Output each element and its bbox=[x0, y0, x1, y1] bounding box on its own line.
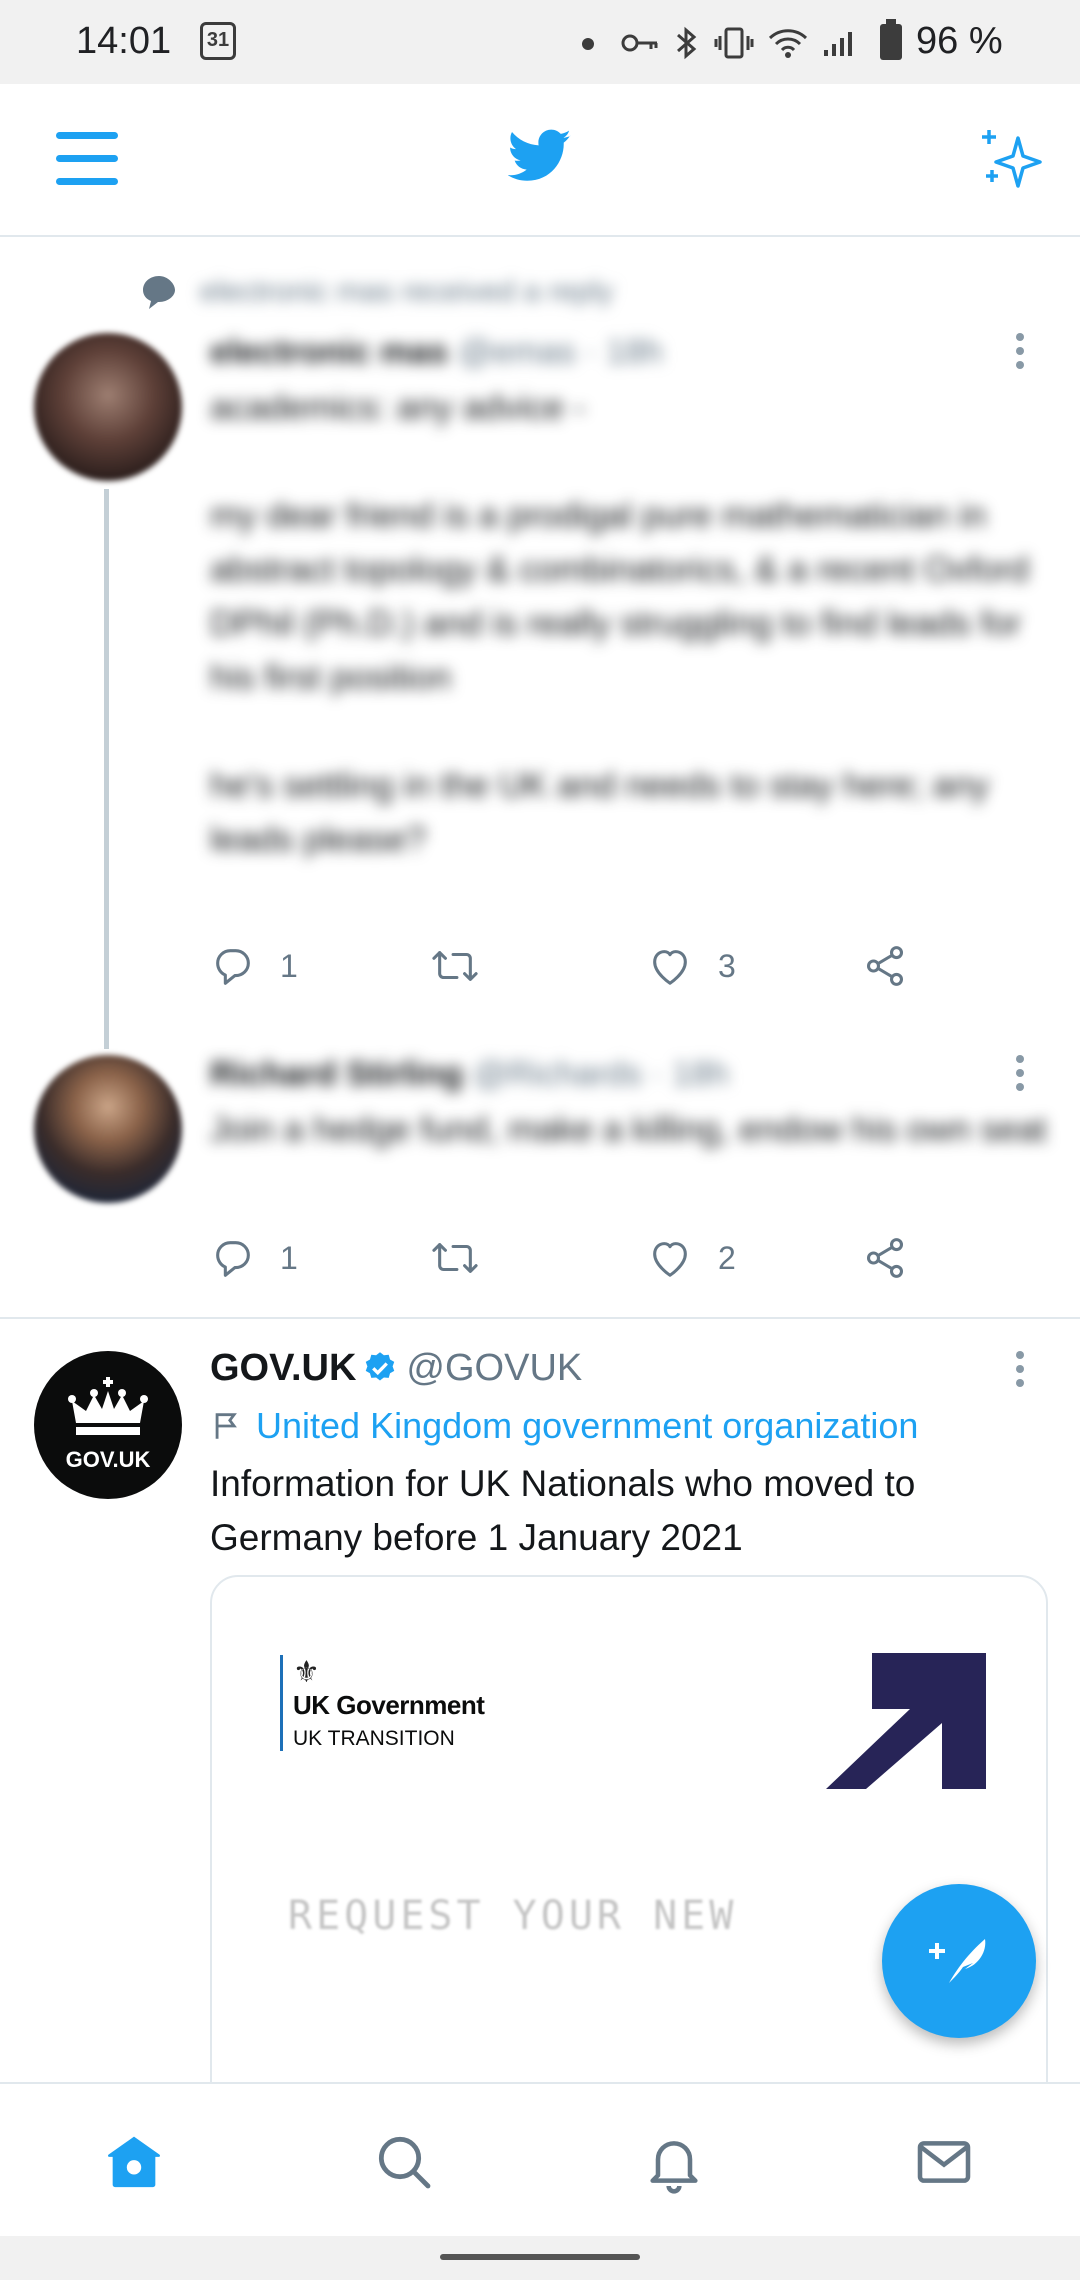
status-time: 14:01 bbox=[76, 20, 172, 62]
reply-count: 1 bbox=[280, 947, 298, 984]
top-app-bar bbox=[0, 84, 1080, 237]
tweet-header[interactable]: electronic mas @emas · 18h bbox=[210, 333, 663, 372]
tweet-text[interactable]: Information for UK Nationals who moved t… bbox=[210, 1457, 1050, 1565]
like-count: 2 bbox=[718, 1239, 736, 1276]
like-button[interactable]: 2 bbox=[646, 1235, 736, 1281]
vibrate-icon bbox=[714, 27, 754, 59]
signal-icon bbox=[824, 32, 852, 56]
tweet-paragraph: Join a hedge fund, make a killing, endow… bbox=[210, 1110, 1047, 1149]
bell-icon bbox=[650, 2141, 698, 2194]
heart-icon bbox=[653, 1242, 687, 1277]
mail-icon bbox=[917, 2141, 971, 2183]
retweet-button[interactable] bbox=[430, 1235, 504, 1281]
compose-tweet-button[interactable] bbox=[882, 1884, 1036, 2038]
royal-crest-icon: ⚜ bbox=[293, 1656, 320, 1689]
like-count: 3 bbox=[718, 947, 736, 984]
hamburger-icon[interactable] bbox=[56, 132, 118, 188]
verified-badge-icon bbox=[366, 1352, 395, 1381]
more-options-icon[interactable] bbox=[1016, 1055, 1026, 1095]
like-button[interactable]: 3 bbox=[646, 943, 736, 989]
notification-dot-icon bbox=[582, 38, 594, 50]
tweet-paragraph: he's settling in the UK and needs to sta… bbox=[210, 766, 990, 859]
heart-icon bbox=[653, 950, 687, 985]
calendar-icon: 31 bbox=[200, 22, 236, 60]
battery-icon bbox=[880, 19, 902, 60]
tweet-text[interactable]: academics: any advice - my dear friend i… bbox=[210, 381, 1050, 867]
home-icon bbox=[108, 2136, 160, 2188]
transition-arrow-icon bbox=[826, 1653, 986, 1789]
logo-title: UK Government bbox=[293, 1690, 485, 1720]
reply-button[interactable]: 1 bbox=[210, 1235, 298, 1281]
author-handle: @emas · 18h bbox=[458, 333, 663, 371]
author-name: GOV.UK bbox=[210, 1347, 357, 1389]
author-name: electronic mas bbox=[210, 333, 449, 371]
more-options-icon[interactable] bbox=[1016, 1351, 1026, 1391]
card-headline: REQUEST YOUR NEW bbox=[288, 1893, 738, 1939]
tweet-text[interactable]: Join a hedge fund, make a killing, endow… bbox=[210, 1103, 1050, 1157]
share-icon bbox=[866, 946, 904, 986]
retweet-icon bbox=[432, 951, 478, 981]
share-icon bbox=[866, 1238, 904, 1278]
retweet-button[interactable] bbox=[430, 943, 504, 989]
timeline-feed[interactable]: electronic mas received a reply electron… bbox=[0, 237, 1080, 2082]
avatar[interactable] bbox=[34, 333, 182, 481]
uk-government-logo: ⚜ UK Government UK TRANSITION bbox=[280, 1655, 485, 1751]
reply-button[interactable]: 1 bbox=[210, 943, 298, 989]
nav-notifications[interactable] bbox=[642, 2130, 706, 2194]
social-context: electronic mas received a reply bbox=[140, 273, 614, 311]
tweet-paragraph: academics: any advice - bbox=[210, 388, 586, 427]
reply-icon bbox=[216, 1241, 250, 1277]
search-icon bbox=[378, 2136, 431, 2189]
compose-feather-icon bbox=[929, 1939, 986, 1983]
reply-bubble-icon bbox=[143, 276, 175, 309]
bluetooth-icon bbox=[677, 26, 697, 60]
sparkle-icon[interactable] bbox=[978, 126, 1046, 194]
promoted-label-text: United Kingdom government organization bbox=[256, 1405, 919, 1446]
tweet-paragraph: my dear friend is a prodigal pure mathem… bbox=[210, 496, 1029, 697]
share-button[interactable] bbox=[862, 943, 908, 989]
retweet-icon bbox=[432, 1243, 478, 1273]
tweet-actions: 1 2 bbox=[210, 1235, 1030, 1287]
gesture-bar bbox=[0, 2236, 1080, 2280]
avatar[interactable] bbox=[34, 1055, 182, 1203]
logo-subtitle: UK TRANSITION bbox=[293, 1727, 455, 1750]
nav-home[interactable] bbox=[102, 2130, 166, 2194]
home-indicator[interactable] bbox=[440, 2254, 640, 2260]
author-handle: @GOVUK bbox=[406, 1347, 583, 1389]
tweet-header[interactable]: Richard Stirling @Richards · 18h bbox=[210, 1055, 729, 1094]
twitter-bird-icon[interactable] bbox=[508, 128, 572, 184]
avatar[interactable]: GOV.UK bbox=[34, 1351, 182, 1499]
promoted-label: United Kingdom government organization bbox=[210, 1405, 918, 1447]
nav-messages[interactable] bbox=[912, 2130, 976, 2194]
battery-percent: 96 % bbox=[916, 20, 1003, 62]
flag-icon bbox=[215, 1413, 237, 1439]
reply-count: 1 bbox=[280, 1239, 298, 1276]
tweet-header[interactable]: GOV.UK @GOVUK bbox=[210, 1347, 582, 1390]
author-handle: @Richards · 18h bbox=[473, 1055, 729, 1093]
tweet-divider bbox=[0, 1317, 1080, 1319]
vpn-key-icon bbox=[621, 34, 658, 52]
bottom-navigation bbox=[0, 2082, 1080, 2236]
thread-connector bbox=[104, 489, 109, 1049]
reply-icon bbox=[216, 949, 250, 985]
status-icons bbox=[620, 18, 858, 68]
nav-search[interactable] bbox=[372, 2130, 436, 2194]
wifi-icon bbox=[768, 29, 808, 58]
status-bar: 14:01 31 96 % bbox=[0, 0, 1080, 84]
avatar-label: GOV.UK bbox=[65, 1447, 151, 1472]
more-options-icon[interactable] bbox=[1016, 333, 1026, 373]
crown-icon bbox=[68, 1377, 148, 1435]
share-button[interactable] bbox=[862, 1235, 908, 1281]
tweet-actions: 1 3 bbox=[210, 943, 1030, 995]
author-name: Richard Stirling bbox=[210, 1055, 464, 1093]
social-context-label: electronic mas received a reply bbox=[200, 275, 614, 308]
